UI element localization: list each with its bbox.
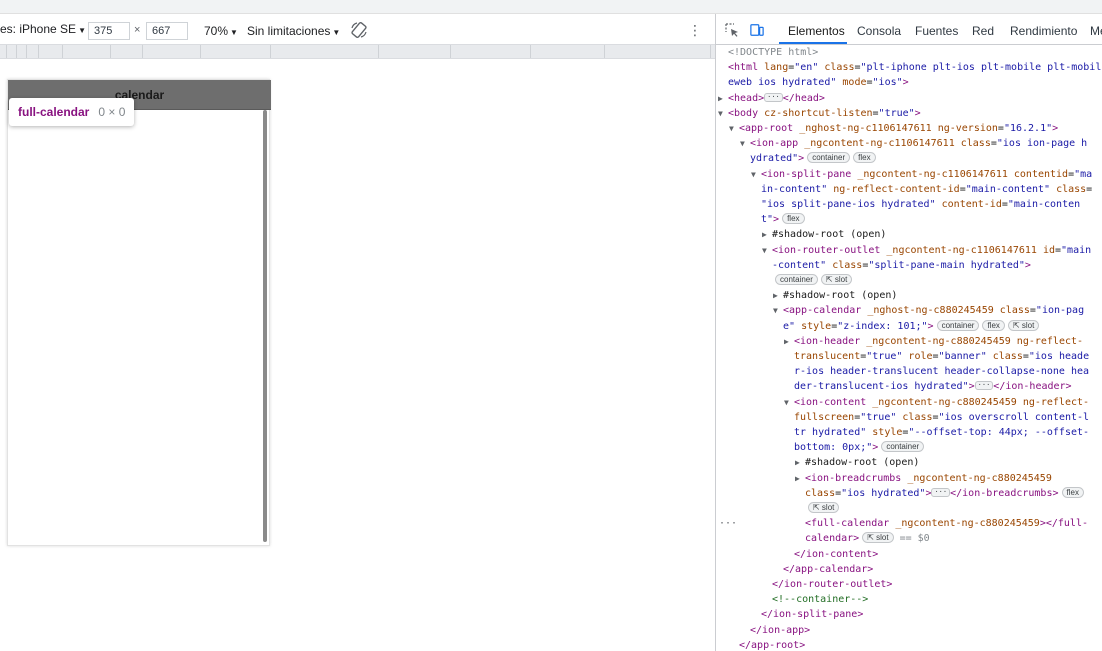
- inspect-tooltip-tag: full-calendar: [18, 105, 90, 119]
- dom-node-content: ⇱ slot: [805, 501, 840, 516]
- dom-node-content: der-translucent-ios hydrated"> ··· </ion-h…: [794, 381, 1072, 393]
- expand-arrow-icon[interactable]: ▼: [762, 243, 772, 258]
- zoom-selector[interactable]: 70% ▼: [204, 24, 238, 38]
- devtools-tabbar: Elementos Consola Fuentes Red Rendimient…: [716, 14, 1102, 45]
- expand-arrow-icon[interactable]: ▼: [784, 395, 794, 410]
- expand-arrow-icon[interactable]: ▼: [740, 136, 750, 151]
- dom-node-content: ▼ <body cz-shortcut-listen="true">: [718, 106, 921, 121]
- dom-node-content: t"> flex: [761, 212, 805, 227]
- dom-node-content: container ⇱ slot: [772, 273, 853, 288]
- throttling-selector[interactable]: Sin limitaciones ▼: [247, 24, 340, 38]
- expand-arrow-icon[interactable]: ▼: [729, 121, 739, 136]
- dom-node-content: </app-calendar>: [783, 563, 874, 575]
- tab-rendimiento[interactable]: Rendimiento: [1010, 24, 1077, 38]
- dom-node-content: ▶ #shadow-root (open): [762, 227, 886, 242]
- dom-node-content: ▼ <app-calendar _nghost-ng-c880245459 cla…: [773, 303, 1084, 318]
- media-query-ruler[interactable]: [0, 44, 715, 59]
- dom-node-content: ▶ #shadow-root (open): [795, 455, 919, 470]
- device-emulation-area: es: iPhone SE ▼ 375 × 667 70% ▼ Sin limita…: [0, 14, 715, 651]
- throttling-label: Sin limitaciones: [247, 24, 331, 38]
- dom-node-content: </ion-content>: [794, 548, 879, 560]
- collapse-arrow-icon[interactable]: ▶: [795, 455, 805, 470]
- dom-node-content: </app-root>: [739, 639, 806, 651]
- dom-node-content: class="ios hydrated"> ··· </ion-breadcrumb…: [805, 486, 1084, 501]
- dom-node-content: <!--container-->: [772, 594, 869, 606]
- height-input[interactable]: 667: [146, 22, 188, 40]
- dom-node-content: bottom: 0px;"> container: [794, 440, 925, 455]
- dom-node-content: eweb ios hydrated" mode="ios">: [728, 77, 909, 89]
- dom-node-content: "ios split-pane-ios hydrated" content-id…: [761, 199, 1081, 210]
- device-selector-label: es: iPhone SE: [0, 22, 77, 36]
- dom-node-content: <full-calendar _ngcontent-ng-c880245459>…: [805, 518, 1088, 530]
- collapse-arrow-icon[interactable]: ▶: [762, 227, 772, 242]
- dom-node-content: ▼ <ion-router-outlet _ngcontent-ng-c11061…: [762, 243, 1091, 258]
- rotate-icon[interactable]: [350, 21, 368, 39]
- tab-elementos[interactable]: Elementos: [788, 24, 845, 38]
- dom-node-content: in-content" ng-reflect-content-id="main-…: [761, 183, 1093, 195]
- dom-node-content: ydrated"> container flex: [750, 151, 876, 166]
- dom-node-content: ▼ <ion-content _ngcontent-ng-c880245459 n…: [784, 395, 1089, 410]
- dom-node-content: <!DOCTYPE html>: [728, 47, 819, 58]
- collapse-arrow-icon[interactable]: ▶: [784, 334, 794, 349]
- tab-consola[interactable]: Consola: [857, 24, 901, 38]
- dom-node-content: </ion-app>: [750, 624, 811, 636]
- dom-node-content: fullscreen="true" class="ios overscroll …: [794, 411, 1090, 423]
- window-top-strip: [0, 0, 1102, 14]
- tab-fuentes[interactable]: Fuentes: [915, 24, 958, 38]
- dom-node-content: e" style="z-index: 101;"> container flex ⇱ …: [783, 319, 1040, 334]
- devtools-panel: Elementos Consola Fuentes Red Rendimient…: [715, 14, 1102, 651]
- dimension-separator: ×: [134, 24, 141, 36]
- dom-node-content: ▼ <ion-split-pane _ngcontent-ng-c11061476…: [751, 167, 1092, 182]
- dom-node-content: ▶ <ion-header _ngcontent-ng-c880245459 ng…: [784, 334, 1083, 349]
- dom-node-content: r-ios header-translucent header-collapse…: [794, 366, 1090, 378]
- emulated-device-screen[interactable]: calendar: [7, 79, 271, 546]
- dom-node-content: ▼ <app-root _nghost-ng-c1106147611 ng-ver…: [729, 121, 1058, 136]
- width-input[interactable]: 375: [88, 22, 130, 40]
- dom-node-content: <html lang="en" class="plt-iphone plt-io…: [728, 62, 1102, 74]
- inspect-tooltip-size: 0 × 0: [98, 105, 126, 119]
- dom-node-content: ▶ <ion-breadcrumbs _ngcontent-ng-c8802454…: [795, 471, 1052, 486]
- dom-node-content: tr hydrated" style="--offset-top: 44px; …: [794, 427, 1090, 438]
- dom-node-content: </ion-router-outlet>: [772, 579, 893, 590]
- more-options-icon[interactable]: ⋮: [688, 22, 702, 39]
- zoom-label: 70%: [204, 24, 229, 38]
- dom-node-content: </ion-split-pane>: [761, 609, 864, 621]
- collapse-arrow-icon[interactable]: ▶: [718, 91, 728, 106]
- inspect-tooltip: full-calendar 0 × 0: [9, 98, 135, 126]
- node-options-icon[interactable]: ···: [719, 516, 737, 531]
- chevron-down-icon: ▼: [78, 26, 86, 35]
- expand-arrow-icon[interactable]: ▼: [718, 106, 728, 121]
- dom-node-content: ▼ <ion-app _ngcontent-ng-c1106147611 clas…: [740, 136, 1087, 151]
- dom-node-content: ▶ #shadow-root (open): [773, 288, 897, 303]
- scrollbar[interactable]: [263, 110, 267, 542]
- expand-arrow-icon[interactable]: ▼: [773, 303, 783, 318]
- device-toolbar-icon[interactable]: [750, 23, 764, 37]
- collapse-arrow-icon[interactable]: ▶: [773, 288, 783, 303]
- active-tab-indicator: [779, 42, 847, 44]
- chevron-down-icon: ▼: [332, 28, 341, 37]
- tab-more[interactable]: Me: [1090, 24, 1102, 38]
- device-selector[interactable]: es: iPhone SE ▼: [0, 22, 86, 36]
- dom-node-content: ▶ <head> ··· </head>: [718, 91, 825, 106]
- dom-node-content: calendar> ⇱ slot == $0: [805, 532, 930, 545]
- expand-arrow-icon[interactable]: ▼: [751, 167, 761, 182]
- device-toolbar: es: iPhone SE ▼ 375 × 667 70% ▼ Sin limita…: [0, 14, 715, 44]
- collapse-arrow-icon[interactable]: ▶: [795, 471, 805, 486]
- dom-tree[interactable]: <!DOCTYPE html> <html lang="en" class="pl…: [716, 45, 1102, 651]
- dom-node-content: -content" class="split-pane-main hydrate…: [772, 259, 1031, 271]
- tab-red[interactable]: Red: [972, 24, 994, 38]
- dom-node-content: translucent="true" role="banner" class="…: [794, 351, 1090, 362]
- chevron-down-icon: ▼: [230, 28, 238, 37]
- inspect-element-icon[interactable]: [725, 23, 739, 37]
